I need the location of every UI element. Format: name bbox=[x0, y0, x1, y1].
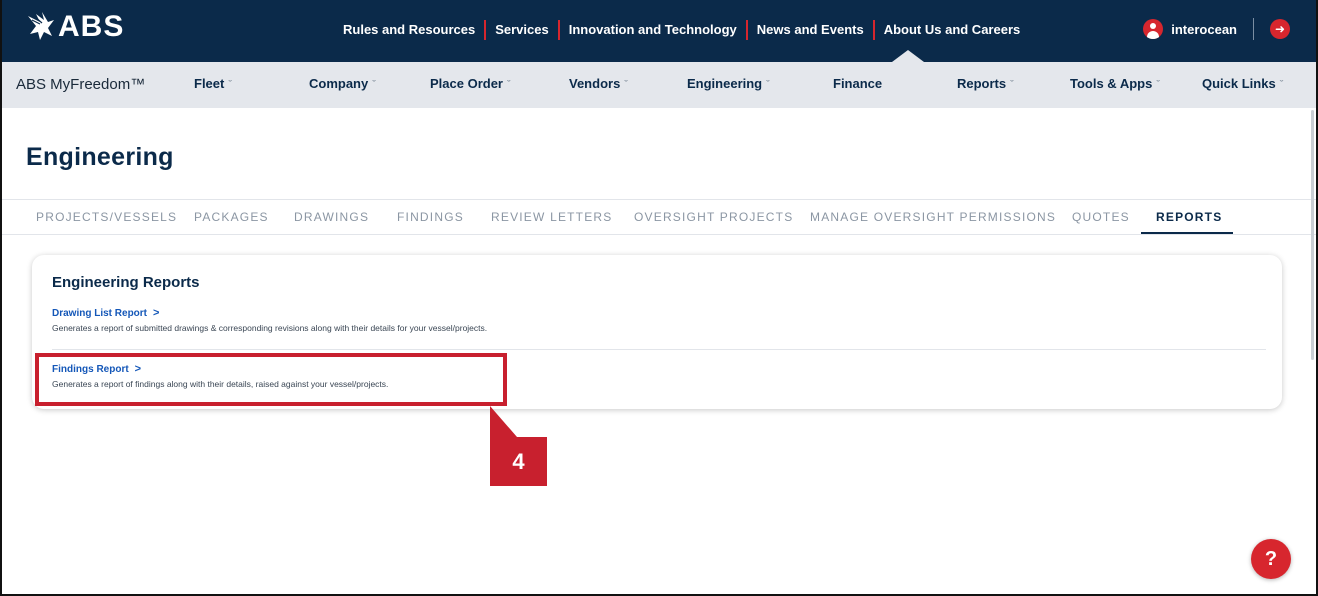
nav-item-engineering[interactable]: Engineering ˇ bbox=[687, 76, 770, 91]
tab-projects-vessels[interactable]: PROJECTS/VESSELS bbox=[36, 210, 177, 224]
tab-quotes[interactable]: QUOTES bbox=[1072, 210, 1130, 224]
app-name[interactable]: ABS MyFreedom™ bbox=[16, 76, 145, 93]
nav-item-label: Engineering bbox=[687, 76, 763, 91]
help-button[interactable]: ? bbox=[1251, 539, 1291, 579]
nav-item-quick-links[interactable]: Quick Links ˇ bbox=[1202, 76, 1283, 91]
card-title: Engineering Reports bbox=[52, 274, 200, 291]
user-separator bbox=[1253, 18, 1254, 40]
nav-item-reports[interactable]: Reports ˇ bbox=[957, 76, 1014, 91]
tab-reports[interactable]: REPORTS bbox=[1156, 210, 1222, 224]
drawing-list-report-link[interactable]: Drawing List Report > bbox=[52, 307, 159, 319]
top-link-services[interactable]: Services bbox=[486, 20, 558, 40]
chevron-down-icon: ˇ bbox=[1279, 79, 1284, 91]
tab-oversight-projects[interactable]: OVERSIGHT PROJECTS bbox=[634, 210, 793, 224]
abs-logo[interactable]: ABS bbox=[26, 10, 124, 44]
nav-item-label: Quick Links bbox=[1202, 76, 1276, 91]
tab-packages[interactable]: PACKAGES bbox=[194, 210, 269, 224]
chevron-down-icon: ˇ bbox=[1010, 79, 1014, 91]
nav-item-label: Fleet bbox=[194, 76, 225, 91]
nav-item-company[interactable]: Company ˇ bbox=[309, 76, 376, 91]
nav-item-label: Vendors bbox=[569, 76, 621, 91]
nav-item-label: Tools & Apps bbox=[1070, 76, 1153, 91]
chevron-down-icon: ˇ bbox=[766, 79, 770, 91]
nav-item-label: Place Order bbox=[430, 76, 503, 91]
top-link-news[interactable]: News and Events bbox=[748, 20, 873, 40]
user-area: interocean ➜ bbox=[1143, 18, 1290, 40]
brand-name: ABS bbox=[58, 10, 125, 43]
username[interactable]: interocean bbox=[1171, 22, 1237, 37]
engineering-tabs: PROJECTS/VESSELS PACKAGES DRAWINGS FINDI… bbox=[2, 199, 1316, 235]
top-link-rules[interactable]: Rules and Resources bbox=[334, 20, 484, 40]
drawing-list-report-description: Generates a report of submitted drawings… bbox=[52, 323, 488, 333]
tab-review-letters[interactable]: REVIEW LETTERS bbox=[491, 210, 612, 224]
user-avatar-icon[interactable] bbox=[1143, 19, 1164, 39]
divider bbox=[52, 349, 1266, 350]
callout-pointer bbox=[490, 406, 517, 437]
page-title: Engineering bbox=[26, 143, 174, 171]
nav-item-label: Company bbox=[309, 76, 369, 91]
nav-item-vendors[interactable]: Vendors ˇ bbox=[569, 76, 628, 91]
active-menu-notch bbox=[892, 50, 924, 62]
nav-item-label: Reports bbox=[957, 76, 1007, 91]
nav-item-place-order[interactable]: Place Order ˇ bbox=[430, 76, 511, 91]
chevron-down-icon: ˇ bbox=[507, 79, 511, 91]
chevron-down-icon: ˇ bbox=[372, 79, 376, 91]
logout-icon[interactable]: ➜ bbox=[1270, 19, 1290, 39]
chevron-down-icon: ˇ bbox=[1156, 79, 1161, 91]
nav-item-tools-apps[interactable]: Tools & Apps ˇ bbox=[1070, 76, 1160, 91]
chevron-down-icon: ˇ bbox=[624, 79, 628, 91]
annotation-step-badge: 4 bbox=[490, 437, 547, 486]
tab-drawings[interactable]: DRAWINGS bbox=[294, 210, 369, 224]
top-links: Rules and Resources Services Innovation … bbox=[334, 20, 1029, 40]
top-link-innovation[interactable]: Innovation and Technology bbox=[560, 20, 746, 40]
tab-findings[interactable]: FINDINGS bbox=[397, 210, 464, 224]
tab-manage-oversight-permissions[interactable]: MANAGE OVERSIGHT PERMISSIONS bbox=[810, 210, 1056, 224]
eagle-icon bbox=[28, 12, 54, 40]
nav-item-finance[interactable]: Finance bbox=[833, 76, 882, 91]
top-header: ABS Rules and Resources Services Innovat… bbox=[2, 0, 1316, 62]
chevron-down-icon: ˇ bbox=[228, 79, 233, 91]
active-tab-indicator bbox=[1141, 232, 1233, 234]
scrollbar[interactable] bbox=[1311, 110, 1314, 360]
app-frame: ABS Rules and Resources Services Innovat… bbox=[0, 0, 1318, 596]
main-nav: ABS MyFreedom™ Fleet ˇ Company ˇ Place Ord… bbox=[2, 62, 1316, 108]
nav-item-label: Finance bbox=[833, 76, 883, 91]
chevron-right-icon: > bbox=[153, 307, 160, 319]
report-link-label: Drawing List Report bbox=[52, 308, 148, 319]
nav-item-fleet[interactable]: Fleet ˇ bbox=[194, 76, 232, 91]
annotation-highlight-box bbox=[35, 353, 507, 406]
top-link-about[interactable]: About Us and Careers bbox=[875, 20, 1030, 40]
